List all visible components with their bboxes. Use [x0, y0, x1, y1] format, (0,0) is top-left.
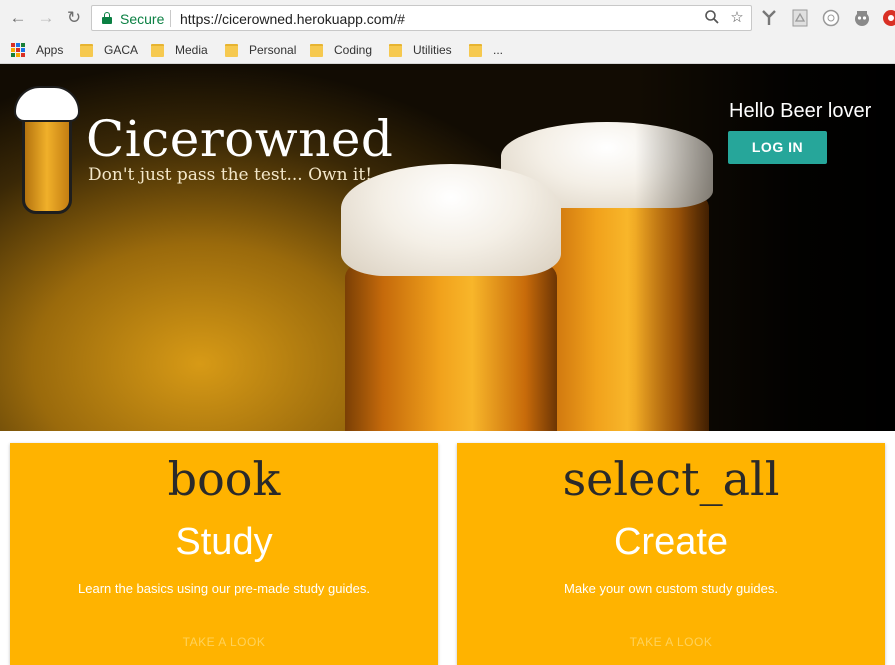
address-separator [170, 10, 171, 27]
star-icon[interactable]: ☆ [728, 9, 746, 27]
folder-icon [151, 43, 164, 57]
bookmark-utilities[interactable]: Utilities [389, 41, 452, 59]
zoom-icon[interactable] [703, 9, 721, 27]
card-action-link[interactable]: TAKE A LOOK [457, 635, 885, 649]
folder-icon [310, 43, 323, 57]
bookmark-more[interactable]: ... [469, 41, 503, 59]
bookmark-label: ... [493, 43, 504, 57]
bookmark-label: Media [175, 43, 208, 57]
browser-toolbar: ← → ↻ Secure https://cicerowned.herokuap… [0, 0, 895, 36]
url-text[interactable]: https://cicerowned.herokuapp.com/# [180, 11, 405, 27]
lock-icon [102, 12, 112, 24]
pdf-extension-icon[interactable] [791, 9, 809, 27]
bookmarks-bar: Apps GACA Media Personal Coding Utilitie… [0, 36, 895, 64]
logo-beer-icon [14, 86, 80, 216]
folder-icon [469, 43, 482, 57]
brand-tagline: Don't just pass the test... Own it! [88, 165, 373, 185]
bookmark-personal[interactable]: Personal [225, 41, 296, 59]
back-arrow-icon[interactable]: ← [8, 8, 28, 28]
study-card: book Study Learn the basics using our pr… [10, 443, 438, 665]
create-card: select_all Create Make your own custom s… [457, 443, 885, 665]
card-title: Create [613, 521, 729, 563]
card-description: Learn the basics using our pre-made stud… [78, 581, 370, 596]
bookmark-label: Personal [249, 43, 297, 57]
bookmark-label: Apps [36, 43, 64, 57]
folder-icon [80, 43, 93, 57]
address-bar[interactable]: Secure https://cicerowned.herokuapp.com/… [91, 5, 752, 31]
folder-icon [225, 43, 238, 57]
login-button[interactable]: LOG IN [728, 131, 827, 164]
card-title: Study [175, 521, 273, 563]
forward-arrow-icon[interactable]: → [36, 8, 56, 28]
bookmark-label: Utilities [413, 43, 452, 57]
beer-glass-front-image [341, 164, 561, 431]
reload-icon[interactable]: ↻ [64, 8, 84, 28]
apps-grid-icon [11, 43, 25, 57]
hero-banner: Cicerowned Don't just pass the test... O… [0, 64, 895, 431]
card-action-link[interactable]: TAKE A LOOK [10, 635, 438, 649]
folder-icon [389, 43, 402, 57]
bookmark-label: Coding [334, 43, 373, 57]
extension-tool-icon[interactable] [760, 9, 778, 27]
bookmark-coding[interactable]: Coding [310, 41, 372, 59]
greeting-text: Hello Beer lover [729, 100, 872, 122]
bookmark-media[interactable]: Media [151, 41, 208, 59]
bookmark-label: GACA [104, 43, 139, 57]
bookmark-gaca[interactable]: GACA [80, 41, 138, 59]
circle-extension-icon[interactable] [822, 9, 840, 27]
red-extension-icon[interactable] [882, 9, 895, 27]
bookmark-apps[interactable]: Apps [11, 41, 63, 59]
select-all-icon: select_all [562, 452, 780, 506]
card-description: Make your own custom study guides. [564, 581, 778, 596]
mascot-extension-icon[interactable] [853, 9, 871, 27]
secure-label: Secure [120, 11, 165, 27]
book-icon: book [167, 452, 281, 506]
brand-title[interactable]: Cicerowned [86, 112, 393, 166]
